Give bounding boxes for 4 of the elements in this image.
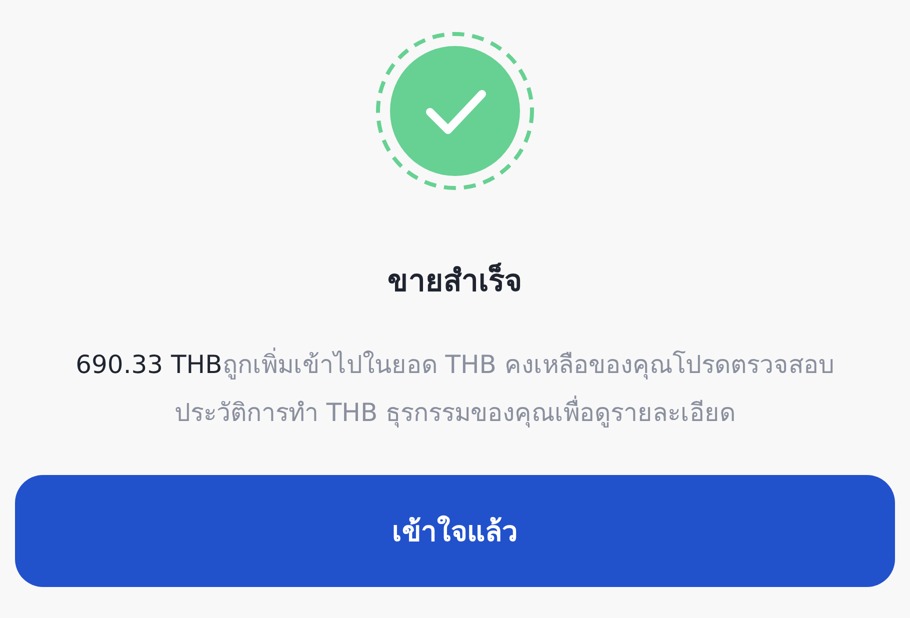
- success-check-icon: [374, 30, 536, 192]
- success-title: ขายสำเร็จ: [388, 262, 522, 301]
- confirm-button[interactable]: เข้าใจแล้ว: [15, 475, 895, 587]
- success-message: 690.33 THBถูกเพิ่มเข้าไปในยอด THB คงเหลือของคุณโปรดตรวจสอบประวัติการทำ THB ธุรกรรมของคุณเพื่อดูรายละเอียด: [20, 341, 890, 437]
